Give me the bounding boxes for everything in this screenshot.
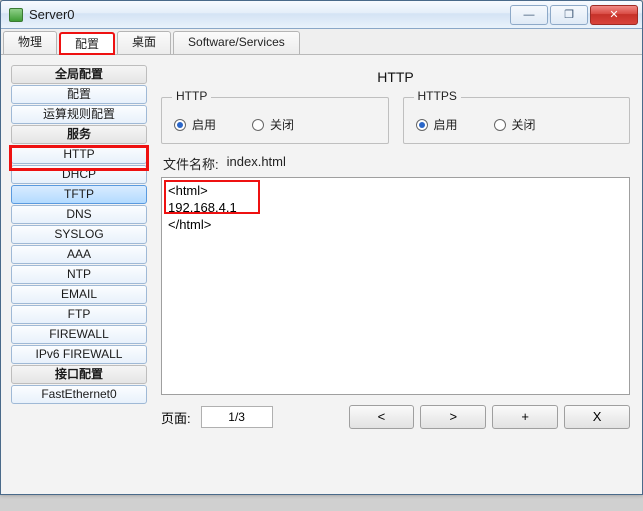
radio-off-label: 关闭: [270, 116, 294, 133]
filename-row: 文件名称: index.html: [163, 154, 628, 173]
service-toggle-row: HTTP 启用 关闭 HTTPS: [161, 97, 630, 144]
sidebar-item-ipv6-firewall[interactable]: IPv6 FIREWALL: [11, 345, 147, 364]
tab-config[interactable]: 配置: [59, 32, 115, 55]
http-group: HTTP 启用 关闭: [161, 97, 389, 144]
sidebar-item-dns[interactable]: DNS: [11, 205, 147, 224]
pager-add-button[interactable]: +: [492, 405, 558, 429]
pager-value: 1/3: [201, 406, 273, 428]
http-disable-radio[interactable]: 关闭: [252, 116, 294, 133]
content-line-3: </html>: [168, 217, 211, 232]
filename-label: 文件名称:: [163, 154, 219, 173]
highlight-box-sidebar-http: [9, 145, 149, 171]
app-icon: [9, 8, 23, 22]
app-window: Server0 — ❐ ✕ 物理 配置 桌面 Software/Services…: [0, 0, 643, 495]
page-title: HTTP: [161, 69, 630, 85]
tab-software-services[interactable]: Software/Services: [173, 31, 300, 54]
client-area: 全局配置 配置 运算规则配置 服务 HTTP DHCP TFTP DNS SYS…: [3, 57, 640, 492]
minimize-button[interactable]: —: [510, 5, 548, 25]
sidebar-section-interfaces: 接口配置: [11, 365, 147, 384]
https-disable-radio[interactable]: 关闭: [494, 116, 536, 133]
pager-label: 页面:: [161, 408, 191, 427]
maximize-button[interactable]: ❐: [550, 5, 588, 25]
pager-next-button[interactable]: >: [420, 405, 486, 429]
filename-value: index.html: [227, 154, 286, 173]
pager-row: 页面: 1/3 < > + X: [161, 405, 630, 429]
sidebar-item-algorithm[interactable]: 运算规则配置: [11, 105, 147, 124]
tab-physical[interactable]: 物理: [3, 31, 57, 54]
https-enable-radio[interactable]: 启用: [416, 116, 458, 133]
radio-off-label: 关闭: [512, 116, 536, 133]
http-group-legend: HTTP: [172, 89, 211, 103]
main-tabs: 物理 配置 桌面 Software/Services: [1, 29, 642, 55]
radio-off-icon: [252, 119, 264, 131]
radio-on-label: 启用: [434, 116, 458, 133]
https-group-legend: HTTPS: [414, 89, 461, 103]
pager-prev-button[interactable]: <: [349, 405, 415, 429]
close-button[interactable]: ✕: [590, 5, 638, 25]
sidebar-item-tftp[interactable]: TFTP: [11, 185, 147, 204]
sidebar-section-global: 全局配置: [11, 65, 147, 84]
sidebar-item-fastethernet0[interactable]: FastEthernet0: [11, 385, 147, 404]
https-group: HTTPS 启用 关闭: [403, 97, 631, 144]
radio-on-icon: [416, 119, 428, 131]
sidebar-item-email[interactable]: EMAIL: [11, 285, 147, 304]
sidebar-item-ntp[interactable]: NTP: [11, 265, 147, 284]
sidebar-item-aaa[interactable]: AAA: [11, 245, 147, 264]
sidebar-section-services: 服务: [11, 125, 147, 144]
radio-off-icon: [494, 119, 506, 131]
tab-desktop[interactable]: 桌面: [117, 31, 171, 54]
http-enable-radio[interactable]: 启用: [174, 116, 216, 133]
file-content-textarea[interactable]: <html> 192.168.4.1 </html>: [161, 177, 630, 395]
pager-delete-button[interactable]: X: [564, 405, 630, 429]
sidebar-item-config[interactable]: 配置: [11, 85, 147, 104]
titlebar: Server0 — ❐ ✕: [1, 1, 642, 29]
sidebar: 全局配置 配置 运算规则配置 服务 HTTP DHCP TFTP DNS SYS…: [3, 57, 155, 492]
radio-on-label: 启用: [192, 116, 216, 133]
sidebar-item-syslog[interactable]: SYSLOG: [11, 225, 147, 244]
sidebar-item-ftp[interactable]: FTP: [11, 305, 147, 324]
highlight-box-content-ip: [164, 180, 260, 214]
sidebar-item-firewall[interactable]: FIREWALL: [11, 325, 147, 344]
radio-on-icon: [174, 119, 186, 131]
main-panel: HTTP HTTP 启用 关闭: [155, 57, 640, 492]
window-controls: — ❐ ✕: [508, 5, 638, 25]
window-title: Server0: [29, 7, 508, 22]
